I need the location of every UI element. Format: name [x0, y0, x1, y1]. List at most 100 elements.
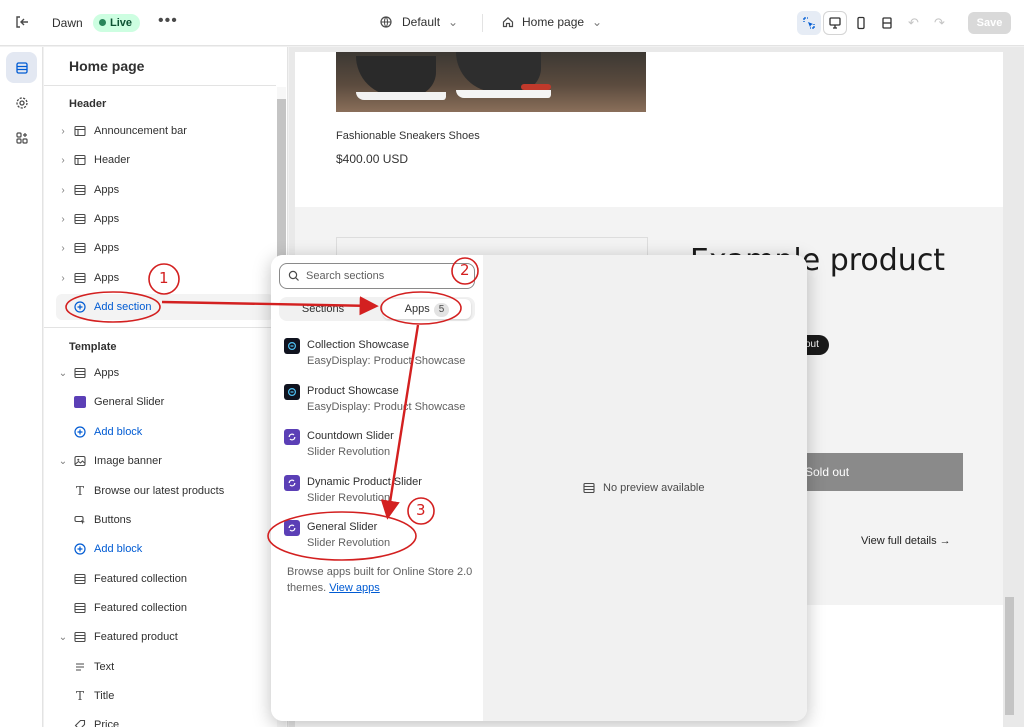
search-input[interactable] — [306, 270, 456, 282]
chevron-right-icon[interactable]: › — [56, 214, 70, 225]
apps-count-badge: 5 — [433, 303, 450, 317]
redo-icon[interactable]: ↷ — [934, 15, 945, 31]
app-provider: EasyDisplay: Product Showcase — [307, 401, 466, 413]
view-apps-link[interactable]: View apps — [329, 582, 380, 594]
apps-section-icon — [72, 240, 88, 256]
no-preview-text: No preview available — [603, 482, 705, 494]
product-price: $400.00 USD — [336, 152, 409, 166]
chevron-right-icon[interactable]: › — [56, 243, 70, 254]
divider — [44, 327, 276, 328]
block-title[interactable]: T Title — [56, 683, 274, 709]
section-featured-collection[interactable]: Featured collection — [56, 595, 274, 621]
section-image-banner[interactable]: ⌄ Image banner — [56, 448, 274, 474]
plus-circle-icon — [72, 424, 88, 440]
slider-revolution-icon — [284, 429, 300, 445]
chevron-right-icon[interactable]: › — [56, 155, 70, 166]
section-label: Apps — [94, 184, 120, 196]
apps-icon[interactable] — [6, 122, 37, 153]
add-block-label: Add block — [94, 426, 143, 438]
section-label: Apps — [94, 272, 120, 284]
add-block-button[interactable]: Add block — [56, 419, 274, 445]
page-selector[interactable]: Home page ⌄ — [502, 15, 602, 29]
tab-sections[interactable]: Sections — [283, 299, 363, 319]
step-2-number: 2 — [460, 261, 470, 279]
undo-icon[interactable]: ↶ — [908, 15, 919, 31]
more-actions-button[interactable]: ••• — [158, 12, 178, 30]
app-section-name: Countdown Slider — [307, 430, 394, 442]
add-block-button[interactable]: Add block — [56, 536, 274, 562]
app-section-name: Product Showcase — [307, 385, 399, 397]
no-preview-message: No preview available — [583, 482, 705, 494]
apps-section-icon — [72, 182, 88, 198]
app-section-product-showcase[interactable]: Product Showcase EasyDisplay: Product Sh… — [284, 381, 476, 421]
divider — [44, 85, 276, 86]
group-heading-header: Header — [69, 98, 107, 110]
section-featured-collection[interactable]: Featured collection — [56, 566, 274, 592]
section-preview-pane: No preview available — [483, 255, 807, 721]
section-label: Featured collection — [94, 573, 187, 585]
exit-icon[interactable] — [14, 14, 32, 32]
preset-selector[interactable]: Default ⌄ — [380, 15, 458, 29]
inspector-icon[interactable] — [797, 11, 821, 35]
add-section-button[interactable]: Add section — [56, 294, 274, 320]
app-provider: Slider Revolution — [307, 446, 391, 458]
block-buttons[interactable]: Buttons — [56, 507, 274, 533]
live-dot-icon — [99, 19, 106, 26]
block-label: Price — [94, 719, 120, 727]
app-provider: Slider Revolution — [307, 492, 391, 504]
block-heading[interactable]: T Browse our latest products — [56, 478, 274, 504]
browse-apps-note: Browse apps built for Online Store 2.0 t… — [287, 564, 477, 596]
page-title: Home page — [69, 58, 145, 74]
section-header[interactable]: › Header — [56, 147, 274, 173]
chevron-down-icon[interactable]: ⌄ — [56, 368, 70, 379]
add-block-label: Add block — [94, 543, 143, 555]
product-image[interactable] — [336, 52, 646, 112]
app-section-general-slider[interactable]: General Slider Slider Revolution — [284, 517, 476, 557]
image-icon — [72, 453, 88, 469]
preview-scrollbar-thumb[interactable] — [1005, 597, 1014, 715]
tab-bar: Sections Apps 5 — [279, 297, 475, 321]
chevron-down-icon: ⌄ — [592, 15, 603, 29]
app-section-dynamic-product-slider[interactable]: Dynamic Product Slider Slider Revolution — [284, 472, 476, 512]
group-heading-template: Template — [69, 341, 117, 353]
chevron-down-icon[interactable]: ⌄ — [56, 456, 70, 467]
section-apps[interactable]: › Apps — [56, 206, 274, 232]
chevron-right-icon[interactable]: › — [56, 273, 70, 284]
block-text[interactable]: Text — [56, 654, 274, 680]
chevron-right-icon[interactable]: › — [56, 185, 70, 196]
featured-collection-icon — [72, 571, 88, 587]
app-provider: EasyDisplay: Product Showcase — [307, 355, 466, 367]
block-price[interactable]: Price — [56, 712, 274, 727]
app-section-collection-showcase[interactable]: Collection Showcase EasyDisplay: Product… — [284, 335, 476, 375]
search-field[interactable] — [279, 263, 475, 289]
featured-collection-icon — [72, 600, 88, 616]
section-apps[interactable]: › Apps — [56, 235, 274, 261]
sections-icon[interactable] — [6, 52, 37, 83]
tab-apps-label: Apps — [404, 303, 430, 315]
add-section-popover: Sections Apps5 Collection Showcase EasyD… — [271, 255, 807, 721]
chevron-right-icon[interactable]: › — [56, 126, 70, 137]
section-apps[interactable]: ⌄ Apps — [56, 360, 274, 386]
section-featured-product[interactable]: ⌄ Featured product — [56, 624, 274, 650]
section-announcement-bar[interactable]: › Announcement bar — [56, 118, 274, 144]
save-button[interactable]: Save — [968, 12, 1011, 34]
chevron-down-icon[interactable]: ⌄ — [56, 632, 70, 643]
block-label: Buttons — [94, 514, 132, 526]
product-name[interactable]: Fashionable Sneakers Shoes — [336, 130, 480, 142]
tab-apps[interactable]: Apps 5 — [383, 299, 471, 319]
section-label: Featured product — [94, 631, 178, 643]
section-label: Apps — [94, 242, 120, 254]
section-apps[interactable]: › Apps — [56, 177, 274, 203]
block-label: Browse our latest products — [94, 485, 225, 497]
desktop-icon[interactable] — [823, 11, 847, 35]
apps-section-icon — [72, 211, 88, 227]
fullwidth-icon[interactable] — [875, 11, 899, 35]
mobile-icon[interactable] — [849, 11, 873, 35]
section-label: Image banner — [94, 455, 162, 467]
live-badge: Live — [93, 14, 141, 32]
featured-collection-preview: Fashionable Sneakers Shoes $400.00 USD — [295, 52, 1003, 207]
view-full-details-link[interactable]: View full details → — [861, 535, 951, 547]
block-general-slider[interactable]: General Slider — [56, 389, 274, 415]
app-section-countdown-slider[interactable]: Countdown Slider Slider Revolution — [284, 426, 476, 466]
settings-icon[interactable] — [6, 87, 37, 118]
